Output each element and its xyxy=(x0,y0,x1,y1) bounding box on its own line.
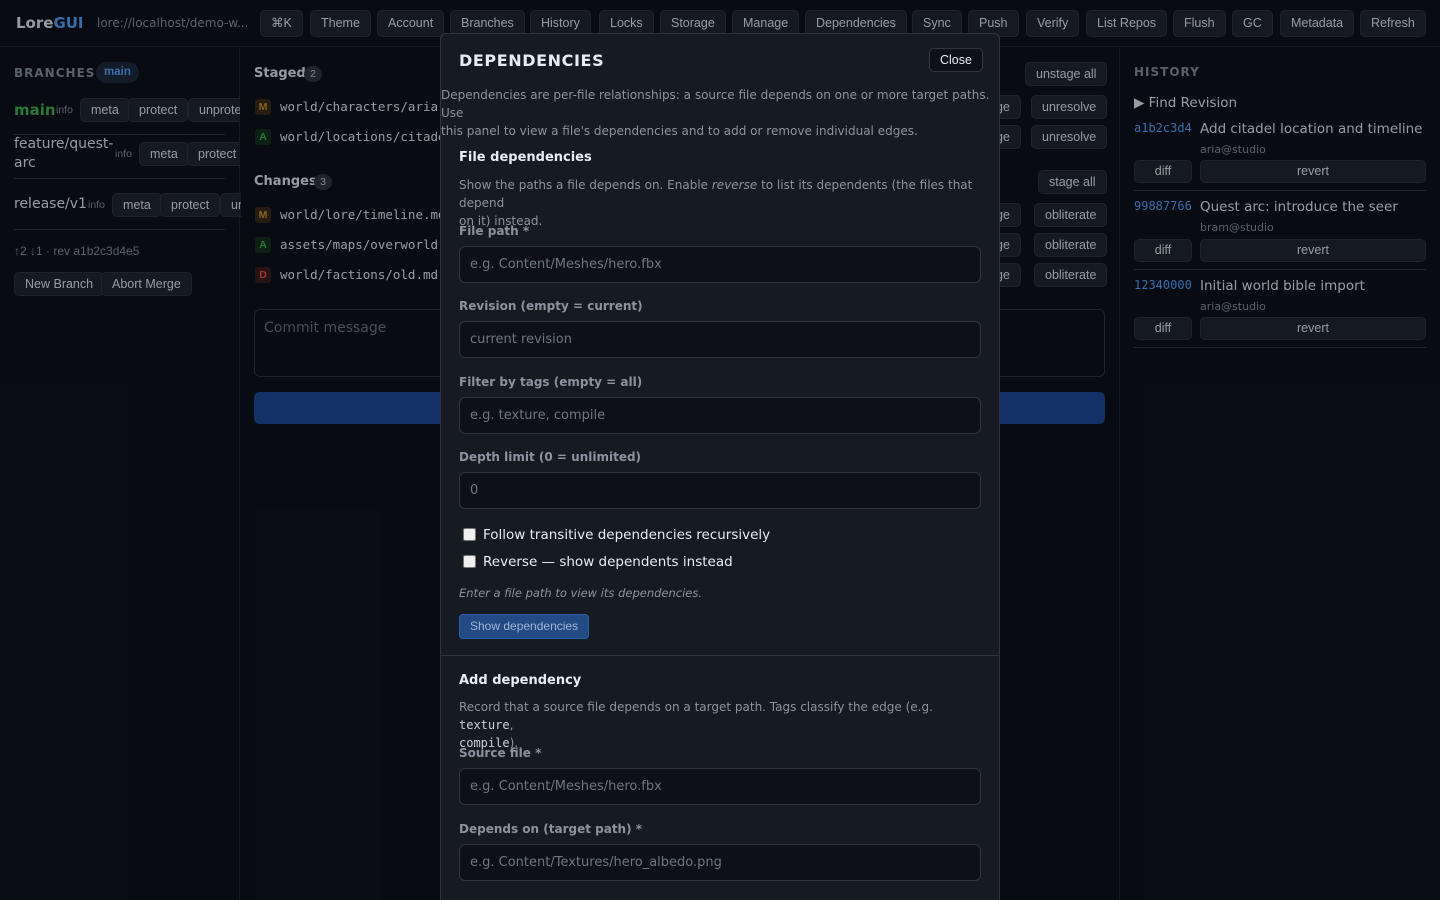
file-deps-hint: Enter a file path to view its dependenci… xyxy=(459,586,703,600)
tags-filter-input[interactable] xyxy=(459,397,981,434)
transitive-label: Follow transitive dependencies recursive… xyxy=(483,527,771,543)
section-divider xyxy=(441,655,999,656)
dependencies-modal: DEPENDENCIES Close Dependencies are per-… xyxy=(440,33,1000,900)
source-file-label: Source file * xyxy=(459,746,542,760)
depth-limit-label: Depth limit (0 = unlimited) xyxy=(459,450,642,464)
modal-intro: Dependencies are per-file relationships:… xyxy=(441,88,990,138)
file-deps-description: Show the paths a file depends on. Enable… xyxy=(459,178,973,228)
reverse-checkbox[interactable] xyxy=(463,555,476,568)
show-dependencies-button[interactable]: Show dependencies xyxy=(459,614,590,639)
file-path-input[interactable] xyxy=(459,246,981,283)
revision-label: Revision (empty = current) xyxy=(459,299,643,313)
revision-input[interactable] xyxy=(459,321,981,358)
source-file-input[interactable] xyxy=(459,768,981,805)
transitive-checkbox[interactable] xyxy=(463,528,476,541)
target-path-label: Depends on (target path) * xyxy=(459,822,643,836)
tags-filter-label: Filter by tags (empty = all) xyxy=(459,375,643,389)
modal-title: DEPENDENCIES xyxy=(459,51,605,70)
close-button[interactable]: Close xyxy=(929,48,983,72)
reverse-label: Reverse — show dependents instead xyxy=(483,554,733,570)
target-path-input[interactable] xyxy=(459,844,981,881)
file-deps-heading: File dependencies xyxy=(459,150,592,165)
add-dep-heading: Add dependency xyxy=(459,673,582,688)
depth-limit-input[interactable] xyxy=(459,472,981,509)
add-dep-description: Record that a source file depends on a t… xyxy=(459,700,933,750)
file-path-label: File path * xyxy=(459,224,530,238)
